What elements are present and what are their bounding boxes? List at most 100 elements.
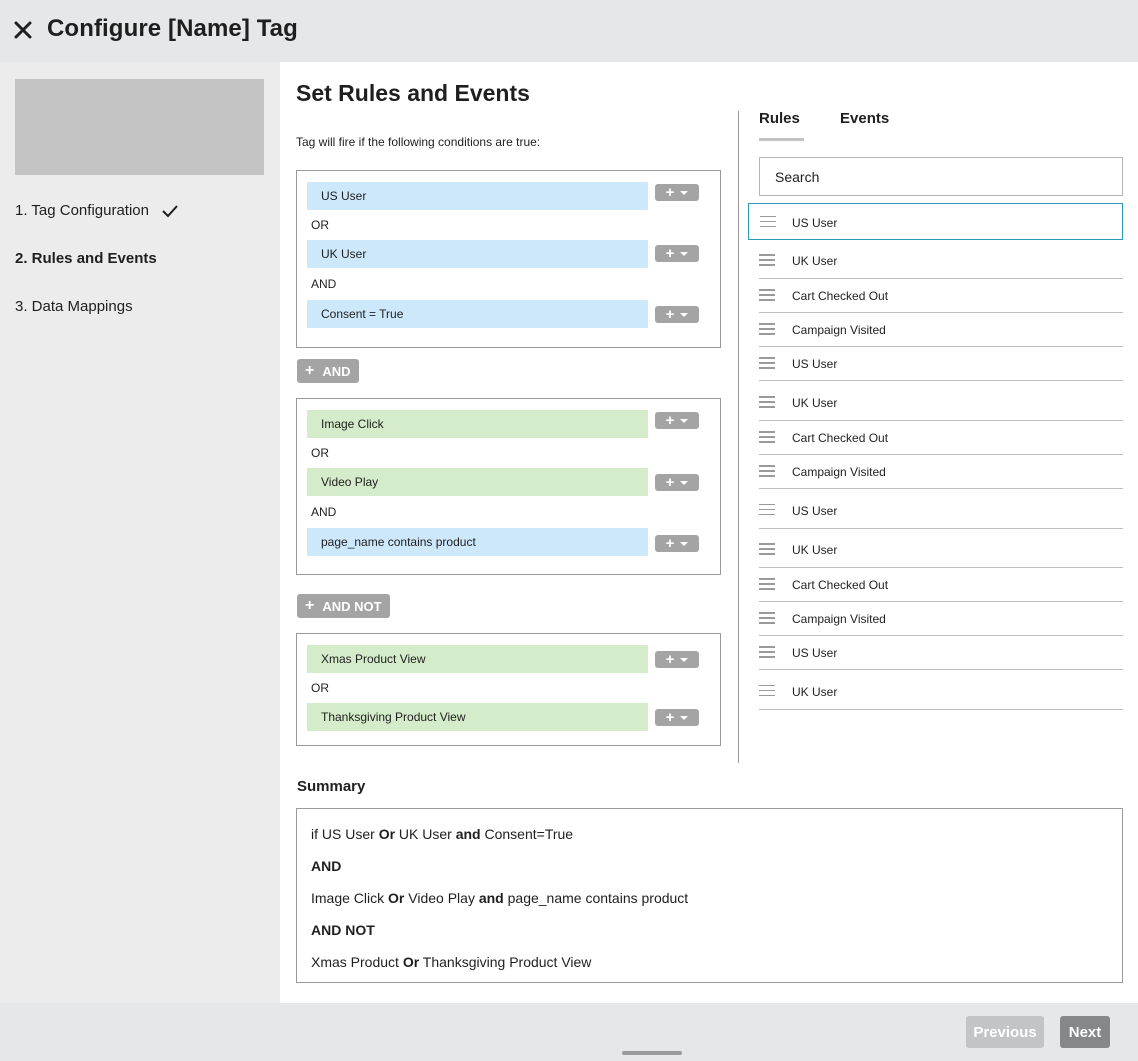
condition-add-dropdown-button[interactable]: + (655, 474, 699, 491)
plus-icon: + (305, 362, 315, 379)
rule-list-item-label: Cart Checked Out (792, 289, 889, 303)
caret-down-icon (680, 541, 689, 546)
condition-chip[interactable]: Consent = True (307, 300, 648, 328)
rule-list-item-label: Campaign Visited (792, 612, 886, 626)
add-and-button[interactable]: + AND (297, 359, 359, 383)
operator-label: OR (311, 446, 329, 460)
caret-down-icon (680, 251, 689, 256)
condition-add-dropdown-button[interactable]: + (655, 651, 699, 668)
step-data-mappings[interactable]: 3. Data Mappings (15, 298, 133, 315)
drag-handle-icon[interactable] (759, 465, 775, 477)
rule-list-item[interactable]: Campaign Visited (759, 313, 1123, 347)
scroll-handle[interactable] (622, 1051, 682, 1055)
condition-add-dropdown-button[interactable]: + (655, 245, 699, 262)
condition-chip[interactable]: US User (307, 182, 648, 210)
drag-handle-icon[interactable] (759, 684, 775, 697)
panel-divider (738, 111, 739, 763)
rule-list-item[interactable]: US User (759, 347, 1123, 381)
drag-handle-icon[interactable] (759, 289, 775, 301)
add-and-label: AND (322, 363, 351, 379)
step-tag-configuration[interactable]: 1. Tag Configuration (15, 202, 179, 219)
drag-handle-icon[interactable] (759, 503, 775, 516)
operator-label: AND (311, 277, 337, 291)
rule-list-item-label: UK User (792, 254, 838, 268)
summary-title: Summary (297, 778, 366, 795)
drag-handle-icon[interactable] (759, 578, 775, 590)
next-button[interactable]: Next (1060, 1016, 1110, 1048)
caret-down-icon (680, 190, 689, 195)
rule-list-item[interactable]: Cart Checked Out (759, 568, 1123, 602)
condition-chip[interactable]: Thanksgiving Product View (307, 703, 648, 731)
condition-chip[interactable]: UK User (307, 240, 648, 268)
condition-chip[interactable]: Video Play (307, 468, 648, 496)
condition-group: Image Click + OR Video Play + AND page_n… (296, 398, 721, 575)
rule-list-item[interactable]: Campaign Visited (759, 455, 1123, 489)
tab-rules[interactable]: Rules (759, 110, 800, 127)
rule-list-item[interactable]: Campaign Visited (759, 602, 1123, 636)
drag-handle-icon[interactable] (759, 357, 775, 369)
drag-handle-icon[interactable] (759, 543, 775, 555)
rule-list-item-label: UK User (792, 396, 838, 410)
check-icon (161, 204, 179, 218)
rule-list-item-label: US User (792, 503, 838, 518)
condition-add-dropdown-button[interactable]: + (655, 709, 699, 726)
active-tab-indicator (759, 138, 804, 141)
sidebar: 1. Tag Configuration 2. Rules and Events… (0, 62, 280, 1003)
plus-icon: + (305, 597, 315, 614)
caret-down-icon (680, 715, 689, 720)
rule-list-item-label: Campaign Visited (792, 465, 886, 479)
rule-list-item[interactable]: UK User (759, 385, 1123, 421)
caret-down-icon (680, 312, 689, 317)
rule-list-item[interactable]: UK User (759, 243, 1123, 279)
step-label: 1. Tag Configuration (15, 202, 149, 219)
rule-list-item[interactable]: US User (759, 636, 1123, 670)
previous-button[interactable]: Previous (966, 1016, 1044, 1048)
operator-label: AND (311, 505, 337, 519)
condition-add-dropdown-button[interactable]: + (655, 184, 699, 201)
condition-chip[interactable]: Image Click (307, 410, 648, 438)
caret-down-icon (680, 657, 689, 662)
rule-list-item-label: US User (792, 646, 838, 660)
page-title: Configure [Name] Tag (47, 15, 298, 42)
drag-handle-icon[interactable] (760, 215, 776, 228)
condition-add-dropdown-button[interactable]: + (655, 306, 699, 323)
step-label: 3. Data Mappings (15, 298, 133, 315)
drag-handle-icon[interactable] (759, 254, 775, 266)
step-rules-and-events[interactable]: 2. Rules and Events (15, 250, 157, 267)
summary-box: if US User Or UK User and Consent=True A… (296, 808, 1123, 983)
drag-handle-icon[interactable] (759, 612, 775, 624)
footer-bar: Previous Next (0, 1003, 1138, 1061)
rule-list-item[interactable]: US User (748, 203, 1123, 240)
rule-list-item[interactable]: UK User (759, 532, 1123, 568)
rule-list-item[interactable]: Cart Checked Out (759, 279, 1123, 313)
close-icon[interactable] (12, 19, 34, 41)
condition-group: US User + OR UK User + AND Consent = Tru… (296, 170, 721, 348)
drag-handle-icon[interactable] (759, 323, 775, 335)
summary-line: Image Click Or Video Play and page_name … (311, 890, 689, 906)
condition-add-dropdown-button[interactable]: + (655, 535, 699, 552)
summary-line: if US User Or UK User and Consent=True (311, 826, 574, 842)
tab-events[interactable]: Events (840, 110, 889, 127)
step-label: 2. Rules and Events (15, 250, 157, 267)
summary-line: AND NOT (311, 922, 375, 938)
search-input[interactable] (759, 157, 1123, 196)
drag-handle-icon[interactable] (759, 646, 775, 658)
add-and-not-label: AND NOT (322, 598, 382, 614)
rule-list-item[interactable]: Cart Checked Out (759, 421, 1123, 455)
rule-list-item-label: UK User (792, 684, 838, 699)
drag-handle-icon[interactable] (759, 431, 775, 443)
add-and-not-button[interactable]: + AND NOT (297, 594, 390, 618)
rule-list-item-label: Cart Checked Out (792, 578, 889, 592)
condition-chip[interactable]: page_name contains product (307, 528, 648, 556)
rule-list-item[interactable]: UK User (759, 673, 1123, 710)
rule-list-item-label: Cart Checked Out (792, 431, 889, 445)
caret-down-icon (680, 480, 689, 485)
condition-chip[interactable]: Xmas Product View (307, 645, 648, 673)
rule-list-item[interactable]: US User (759, 492, 1123, 529)
drag-handle-icon[interactable] (759, 396, 775, 408)
section-title: Set Rules and Events (296, 80, 530, 106)
operator-label: OR (311, 681, 329, 695)
caret-down-icon (680, 418, 689, 423)
condition-add-dropdown-button[interactable]: + (655, 412, 699, 429)
rule-list-item-label: US User (792, 215, 838, 230)
